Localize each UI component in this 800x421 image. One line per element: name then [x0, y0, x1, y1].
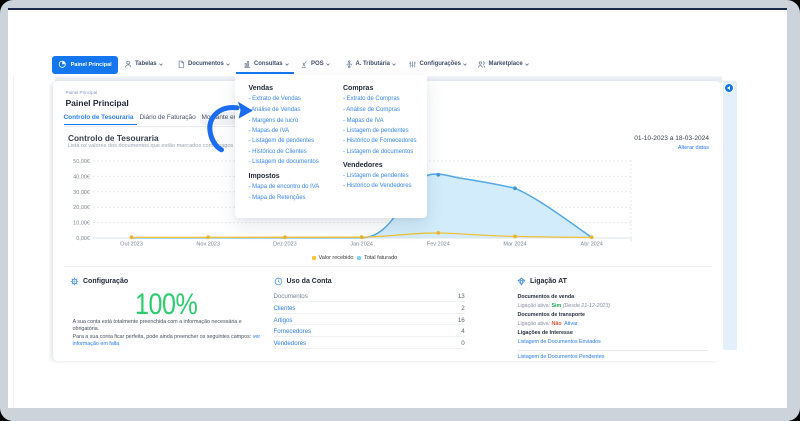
svg-text:Mar 2024: Mar 2024 — [503, 242, 526, 248]
svg-text:50,00€: 50,00€ — [73, 159, 90, 165]
svg-text:10,00€: 10,00€ — [73, 221, 90, 227]
svg-text:30,00€: 30,00€ — [73, 190, 90, 196]
svg-text:Jan 2024: Jan 2024 — [350, 242, 373, 248]
svg-text:Fev 2024: Fev 2024 — [427, 242, 450, 248]
svg-text:Dez 2023: Dez 2023 — [273, 242, 297, 248]
svg-text:40,00€: 40,00€ — [73, 174, 90, 180]
svg-text:Out 2023: Out 2023 — [120, 242, 143, 248]
svg-text:Nov 2023: Nov 2023 — [196, 242, 220, 248]
svg-text:0,00€: 0,00€ — [76, 236, 90, 242]
svg-text:Abr 2024: Abr 2024 — [581, 242, 603, 248]
svg-text:20,00€: 20,00€ — [73, 205, 90, 211]
